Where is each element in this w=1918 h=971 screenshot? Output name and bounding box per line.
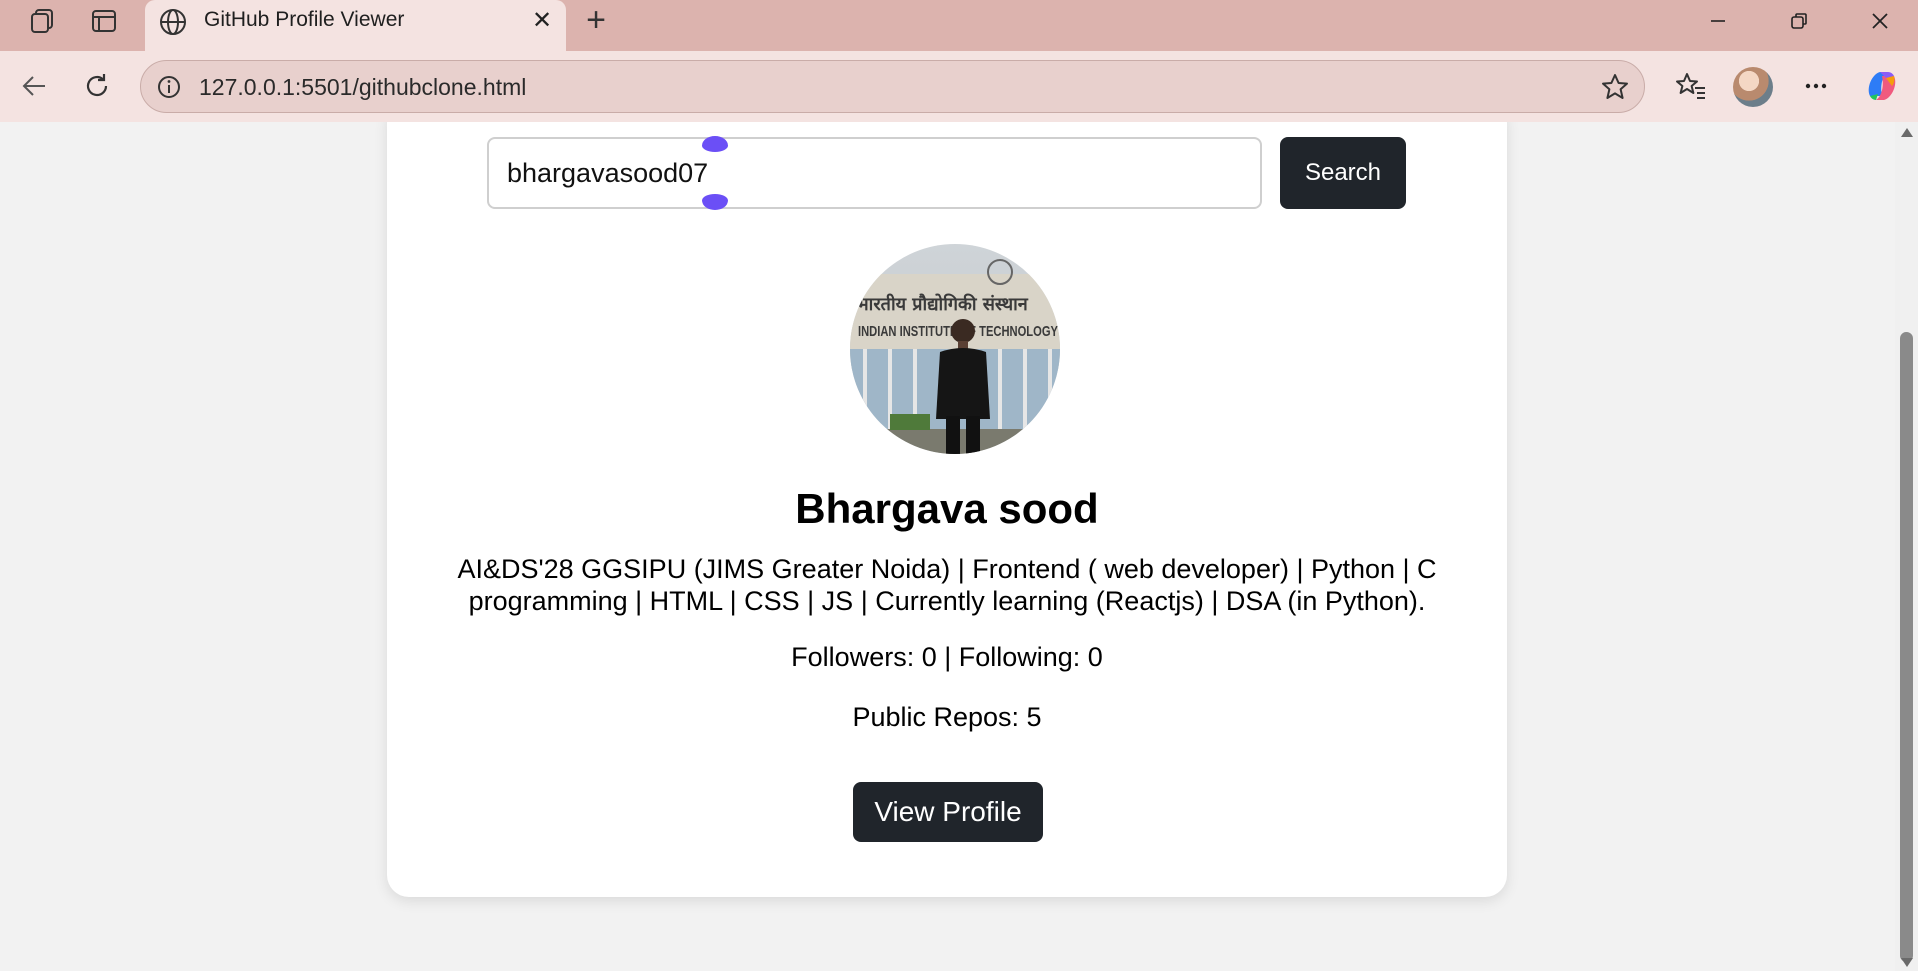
favorites-list-icon[interactable] [1671, 66, 1711, 106]
refresh-icon[interactable] [77, 66, 117, 106]
avatar-signage-hindi: भारतीय प्रौद्योगिकी संस्थान [856, 293, 1029, 315]
minimize-icon[interactable] [1685, 0, 1751, 42]
scroll-down-arrow-icon[interactable] [1901, 958, 1913, 967]
info-icon[interactable] [155, 73, 183, 101]
globe-icon [157, 6, 189, 38]
public-repos: Public Repos: 5 [852, 702, 1042, 732]
collections-icon[interactable] [16, 0, 68, 41]
profile-avatar: भारतीय प्रौद्योगिकी संस्थान INDIAN INSTI… [850, 244, 1060, 454]
search-button[interactable]: Search [1280, 137, 1406, 209]
favorite-star-icon[interactable] [1600, 72, 1630, 102]
profile-bio: AI&DS'28 GGSIPU (JIMS Greater Noida) | F… [457, 554, 1437, 616]
address-url[interactable]: 127.0.0.1:5501/githubclone.html [199, 74, 526, 101]
vertical-tabs-icon[interactable] [78, 0, 130, 41]
browser-toolbar: 127.0.0.1:5501/githubclone.html [0, 51, 1918, 122]
profile-card: Search भारतीय प्रौद्योगिकी संस्थान INDIA… [387, 122, 1507, 897]
follow-stats: Followers: 0 | Following: 0 [791, 642, 1103, 672]
more-icon[interactable] [1796, 66, 1836, 106]
new-tab-icon[interactable]: + [578, 1, 614, 39]
window-close-icon[interactable] [1847, 0, 1913, 42]
user-avatar[interactable] [1733, 67, 1773, 107]
username-search-input[interactable] [487, 137, 1262, 209]
tab-github-profile-viewer[interactable]: GitHub Profile Viewer ✕ [145, 0, 566, 51]
tab-title: GitHub Profile Viewer [204, 8, 405, 31]
scroll-up-arrow-icon[interactable] [1901, 128, 1913, 137]
view-profile-button[interactable]: View Profile [853, 782, 1043, 842]
back-icon[interactable] [14, 66, 54, 106]
copilot-icon[interactable] [1862, 66, 1902, 106]
scrollbar-thumb[interactable] [1900, 332, 1913, 962]
address-bar[interactable]: 127.0.0.1:5501/githubclone.html [140, 60, 1645, 113]
text-selection-handle-top[interactable] [702, 136, 728, 152]
profile-name: Bhargava sood [795, 485, 1099, 532]
close-icon[interactable]: ✕ [528, 6, 556, 34]
browser-titlebar: GitHub Profile Viewer ✕ + [0, 0, 1918, 51]
restore-icon[interactable] [1766, 0, 1832, 42]
page-viewport: Search भारतीय प्रौद्योगिकी संस्थान INDIA… [7, 122, 1895, 971]
page-scrollbar[interactable] [1895, 122, 1918, 971]
